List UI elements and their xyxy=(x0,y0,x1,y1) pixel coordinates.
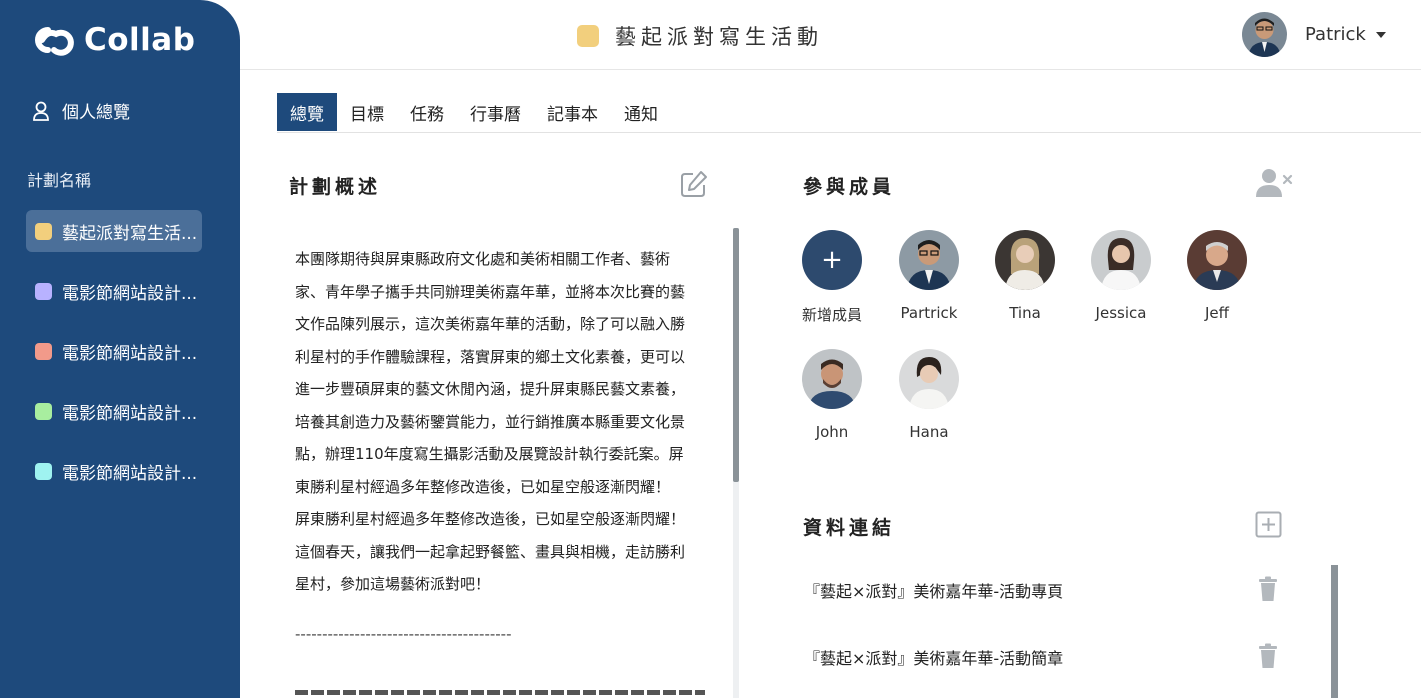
member-item[interactable]: Jessica xyxy=(1085,230,1157,322)
member-name: Jeff xyxy=(1205,304,1229,322)
links-scrollbar-thumb[interactable] xyxy=(1331,565,1338,698)
link-item[interactable]: 『藝起×派對』美術嘉年華-活動簡章 xyxy=(804,645,1063,669)
member-item[interactable]: Jeff xyxy=(1181,230,1253,322)
overview-title: 計劃概述 xyxy=(289,176,382,198)
project-label: 電影節網站設計... xyxy=(62,463,198,484)
sidebar-item-label: 個人總覽 xyxy=(62,103,130,123)
project-title: 藝起派對寫生活動 xyxy=(577,21,823,51)
project-color-swatch xyxy=(35,282,52,300)
overview-line: 文作品陳列展示，這次美術嘉年華的活動，除了可以融入勝 xyxy=(295,315,686,333)
top-header: 藝起派對寫生活動 Patrick xyxy=(240,0,1421,70)
member-name: 新增成員 xyxy=(801,306,862,324)
overview-line: 進一步豐碩屏東的藝文休閒內涵，提升屏東縣民藝文素養， xyxy=(295,380,686,398)
project-label: 藝起派對寫生活... xyxy=(62,223,198,244)
overview-text: 本團隊期待與屏東縣政府文化處和美術相關工作者、藝術 家、青年學子攜手共同辦理美術… xyxy=(295,243,715,601)
overview-line: 東勝利星村經過多年整修改造後，已如星空般逐漸閃耀！ xyxy=(295,477,671,496)
sidebar-item-personal-overview[interactable]: 個人總覽 xyxy=(32,98,130,123)
project-section-label: 計劃名稱 xyxy=(27,171,92,190)
overview-line: 屏東勝利星村經過多年整修改造後，已如星空般逐漸閃耀！ xyxy=(295,510,686,528)
overview-line: 培養其創造力及藝術鑒賞能力，並行銷推廣本縣重要文化景 xyxy=(295,412,686,431)
project-color-swatch xyxy=(577,25,599,47)
link-item[interactable]: 『藝起×派對』美術嘉年華-活動專頁 xyxy=(804,578,1063,602)
project-label: 電影節網站設計... xyxy=(62,283,198,304)
project-list: 藝起派對寫生活... 電影節網站設計... 電影節網站設計... 電影節網站設計… xyxy=(26,210,202,510)
cut-off-text-line xyxy=(295,686,705,698)
app-logo[interactable]: Collab xyxy=(26,20,195,60)
tab-calendar[interactable]: 行事曆 xyxy=(457,93,534,131)
user-menu[interactable]: Patrick xyxy=(1242,12,1386,57)
tab-divider xyxy=(277,132,1421,133)
tab-tasks[interactable]: 任務 xyxy=(397,93,457,131)
tab-notes[interactable]: 記事本 xyxy=(534,93,611,131)
avatar[interactable] xyxy=(995,230,1055,290)
tab-notifications[interactable]: 通知 xyxy=(611,93,671,131)
avatar[interactable] xyxy=(1091,230,1151,290)
overview-line: 星村，參加這場藝術派對吧！ xyxy=(295,575,491,593)
member-item[interactable]: Tina xyxy=(989,230,1061,322)
tab-overview[interactable]: 總覽 xyxy=(277,93,337,131)
overview-line: 本團隊期待與屏東縣政府文化處和美術相關工作者、藝術 xyxy=(295,250,671,268)
avatar[interactable] xyxy=(899,349,959,409)
project-item[interactable]: 電影節網站設計... xyxy=(26,330,202,372)
page-title: 藝起派對寫生活動 xyxy=(615,25,823,49)
overview-line: 家、青年學子攜手共同辦理美術嘉年華，並將本次比賽的藝 xyxy=(295,282,686,301)
tab-bar: 總覽 目標 任務 行事曆 記事本 通知 xyxy=(277,93,671,133)
text-divider: ---------------------------------------- xyxy=(295,625,512,643)
avatar[interactable] xyxy=(899,230,959,290)
member-name: Hana xyxy=(909,423,949,441)
avatar[interactable] xyxy=(1242,12,1287,57)
overview-scrollbar-thumb[interactable] xyxy=(733,228,739,482)
remove-user-icon[interactable] xyxy=(1255,167,1295,199)
members-title: 參與成員 xyxy=(803,176,896,198)
edit-icon[interactable] xyxy=(679,169,709,199)
member-name: Partrick xyxy=(900,304,958,322)
collab-logo-icon xyxy=(35,27,74,56)
project-item[interactable]: 藝起派對寫生活... xyxy=(26,210,202,252)
member-item[interactable]: Hana xyxy=(893,349,965,441)
project-item[interactable]: 電影節網站設計... xyxy=(26,450,202,492)
sidebar: Collab 個人總覽 計劃名稱 藝起派對寫生活... 電影節網站設計... 電… xyxy=(0,0,240,698)
user-icon xyxy=(33,101,49,121)
project-item[interactable]: 電影節網站設計... xyxy=(26,390,202,432)
links-title: 資料連結 xyxy=(803,517,896,539)
add-member-button[interactable]: + xyxy=(802,230,862,290)
project-label: 電影節網站設計... xyxy=(62,343,198,364)
project-color-swatch xyxy=(35,402,52,420)
member-item[interactable]: John xyxy=(796,349,868,441)
add-member-item[interactable]: + 新增成員 xyxy=(796,230,868,325)
avatar[interactable] xyxy=(802,349,862,409)
add-box-icon[interactable] xyxy=(1255,511,1282,538)
tab-goals[interactable]: 目標 xyxy=(337,93,397,131)
member-item[interactable]: Partrick xyxy=(893,230,965,322)
project-color-swatch xyxy=(35,222,52,240)
avatar[interactable] xyxy=(1187,230,1247,290)
project-item[interactable]: 電影節網站設計... xyxy=(26,270,202,312)
project-color-swatch xyxy=(35,462,52,480)
member-name: Tina xyxy=(1009,304,1041,322)
overview-line: 這個春天，讓我們一起拿起野餐籃、畫具與相機，走訪勝利 xyxy=(295,542,686,561)
user-name[interactable]: Patrick xyxy=(1305,24,1366,45)
member-name: John xyxy=(815,423,849,441)
app-name: Collab xyxy=(84,22,196,58)
member-name: Jessica xyxy=(1095,304,1147,322)
project-color-swatch xyxy=(35,342,52,360)
trash-icon[interactable] xyxy=(1257,576,1279,602)
trash-icon[interactable] xyxy=(1257,643,1279,669)
overview-line: 點，辦理110年度寫生攝影活動及展覽設計執行委託案。屏 xyxy=(295,445,684,463)
overview-line: 利星村的手作體驗課程，落實屏東的鄉土文化素養，更可以 xyxy=(295,347,686,366)
chevron-down-icon[interactable] xyxy=(1375,31,1386,38)
project-label: 電影節網站設計... xyxy=(62,403,198,424)
